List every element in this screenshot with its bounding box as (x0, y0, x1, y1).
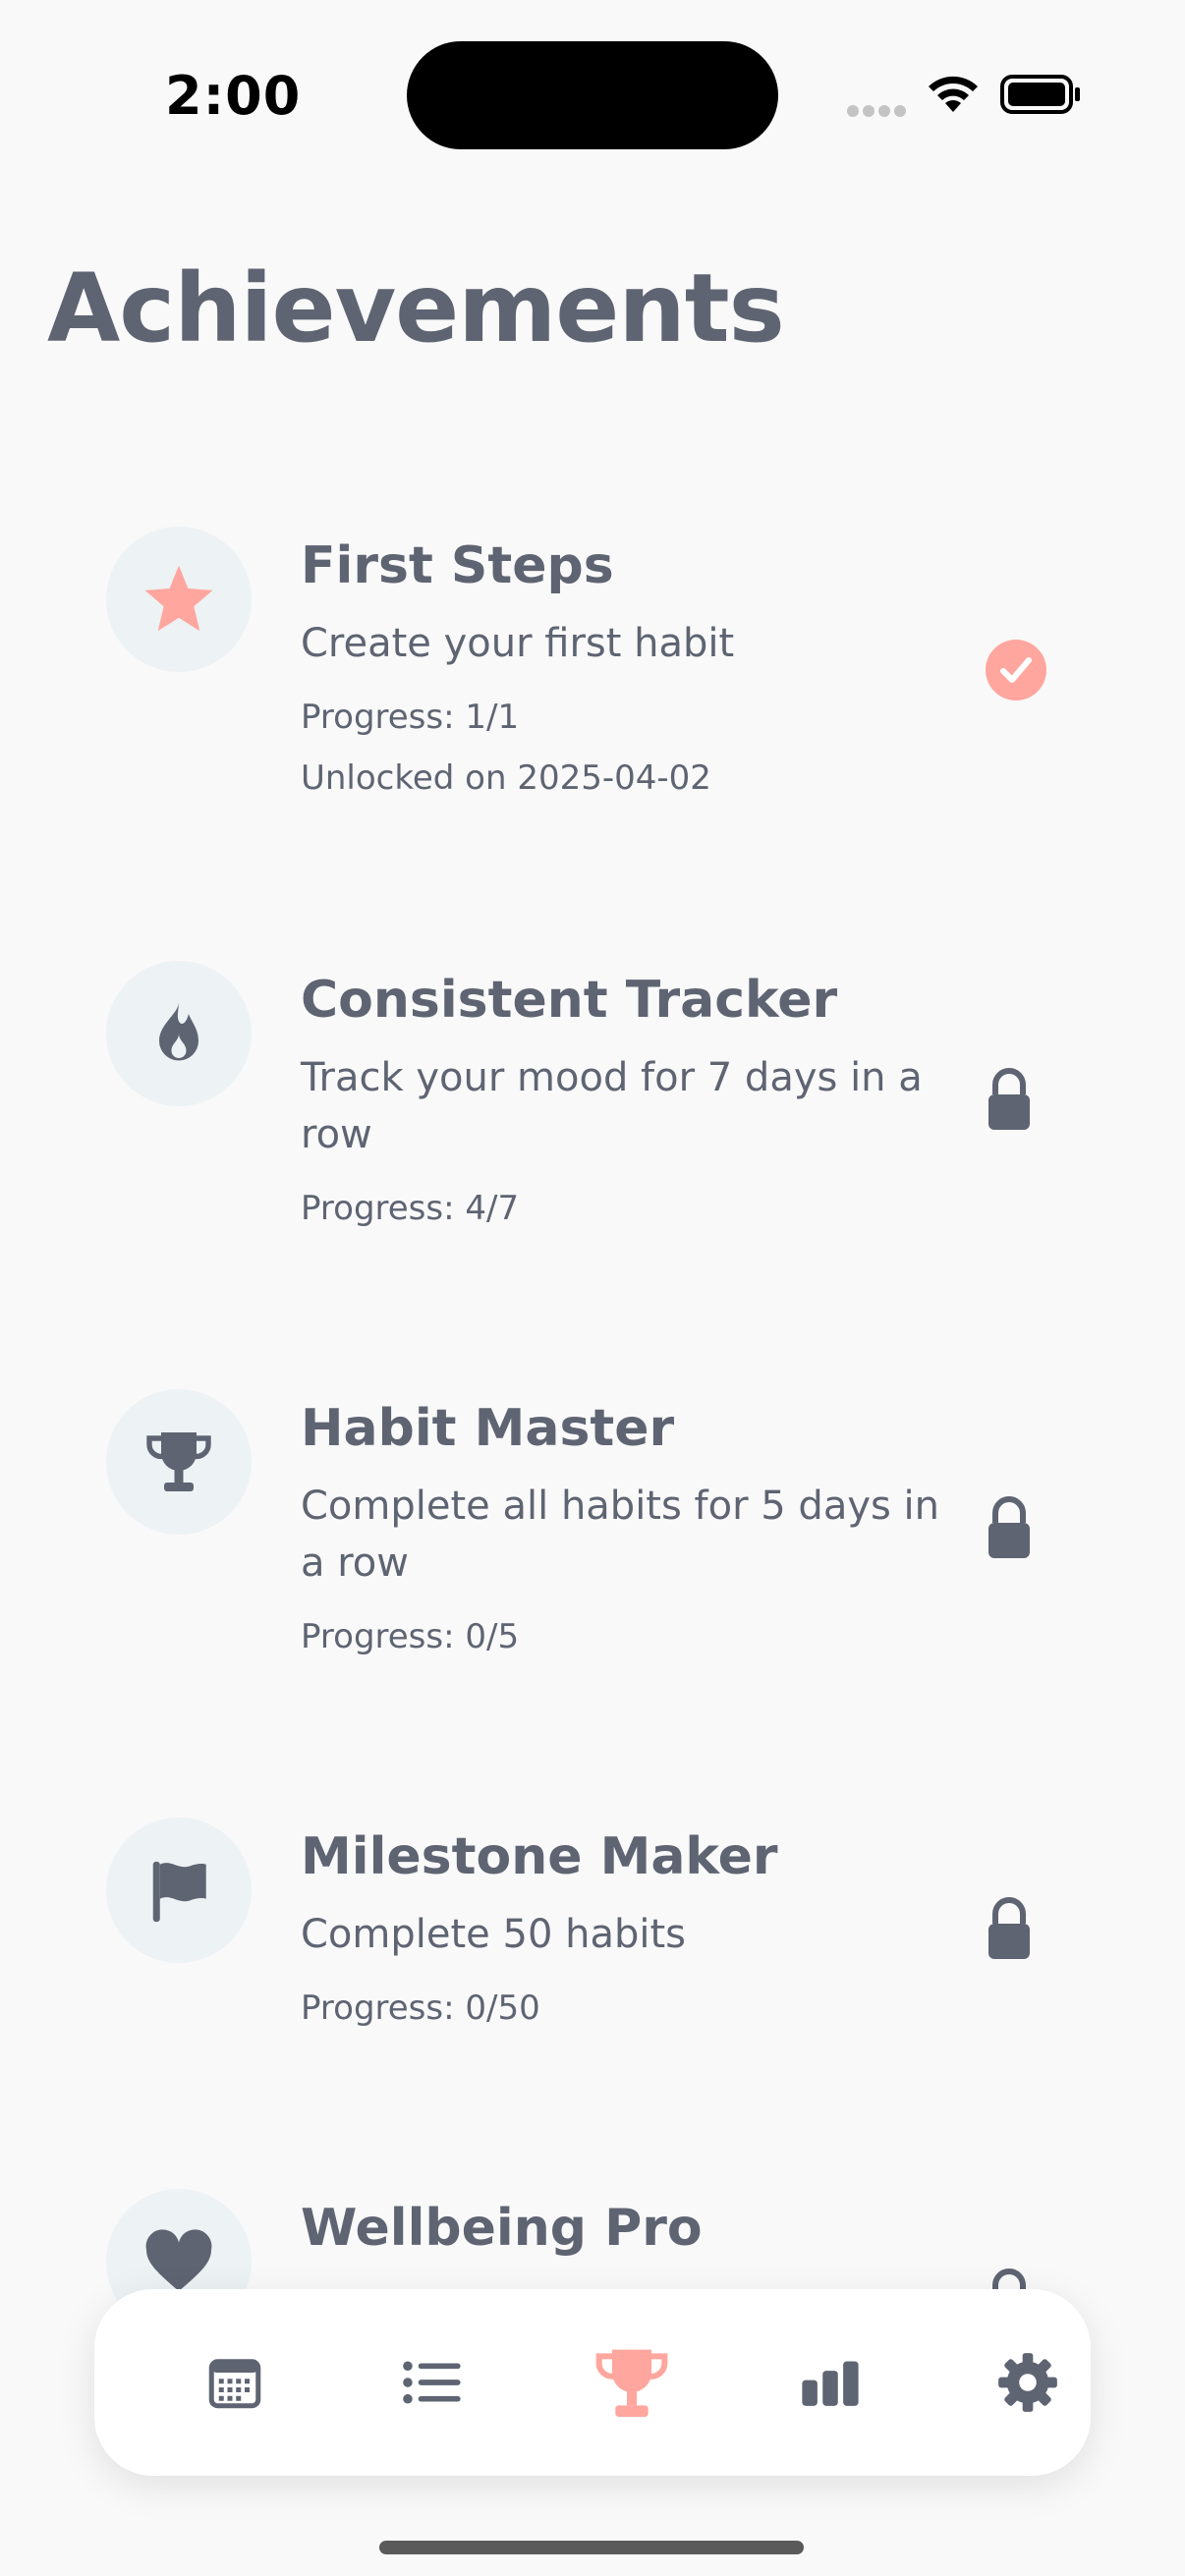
tab-settings[interactable] (974, 2328, 1082, 2436)
achievement-card[interactable]: Consistent Tracker Track your mood for 7… (0, 961, 1185, 1256)
battery-icon (1000, 75, 1080, 114)
calendar-icon (208, 2359, 261, 2409)
lock-icon (988, 1897, 1030, 1959)
achievement-card[interactable]: Habit Master Complete all habits for 5 d… (0, 1389, 1185, 1684)
star-icon (144, 565, 213, 632)
achievement-description: Complete all habits for 5 days in a row (301, 1484, 940, 1586)
achievement-unlocked-date: Unlocked on 2025-04-02 (301, 758, 711, 798)
cellular-signal-icon (847, 102, 910, 121)
tab-habits-list[interactable] (378, 2328, 486, 2436)
achievement-title: Wellbeing Pro (301, 2199, 703, 2258)
heart-icon (145, 2229, 212, 2291)
trophy-icon (595, 2349, 668, 2417)
lock-icon (988, 1068, 1030, 1130)
achievement-icon-badge (106, 961, 252, 1106)
gear-icon (998, 2353, 1057, 2412)
achievement-progress: Progress: 0/5 (301, 1617, 520, 1656)
tab-achievements[interactable] (578, 2328, 686, 2436)
status-time: 2:00 (165, 65, 302, 127)
achievement-description: Create your first habit (301, 621, 735, 666)
flag-icon (152, 1861, 206, 1923)
achievement-icon-badge (106, 1818, 252, 1963)
trophy-icon (146, 1432, 211, 1491)
achievement-card[interactable]: Milestone Maker Complete 50 habits Progr… (0, 1818, 1185, 2063)
achievement-description: Complete 50 habits (301, 1912, 686, 1957)
page-title: Achievements (47, 253, 785, 364)
tab-bar (94, 2289, 1091, 2476)
fire-icon (159, 1001, 198, 1061)
achievement-title: Milestone Maker (301, 1827, 778, 1886)
tab-calendar[interactable] (181, 2328, 289, 2436)
list-icon (403, 2361, 461, 2404)
achievement-title: Consistent Tracker (301, 971, 838, 1030)
achievement-title: First Steps (301, 536, 614, 595)
home-indicator (379, 2541, 804, 2554)
bar-chart-icon (802, 2361, 859, 2406)
status-bar: 2:00 (0, 0, 1185, 196)
achievement-title: Habit Master (301, 1399, 675, 1458)
achievement-icon-badge (106, 1389, 252, 1535)
lock-icon (988, 1496, 1030, 1558)
tab-statistics[interactable] (776, 2328, 884, 2436)
achievement-progress: Progress: 0/50 (301, 1988, 540, 2028)
achievement-progress: Progress: 1/1 (301, 698, 520, 737)
achievement-progress: Progress: 4/7 (301, 1189, 520, 1228)
achievement-description: Track your mood for 7 days in a row (301, 1055, 923, 1157)
achievement-card[interactable]: First Steps Create your first habit Prog… (0, 527, 1185, 821)
achievement-icon-badge (106, 527, 252, 672)
dynamic-island (407, 41, 778, 149)
wifi-icon (929, 76, 978, 112)
check-circle-icon (986, 640, 1046, 700)
